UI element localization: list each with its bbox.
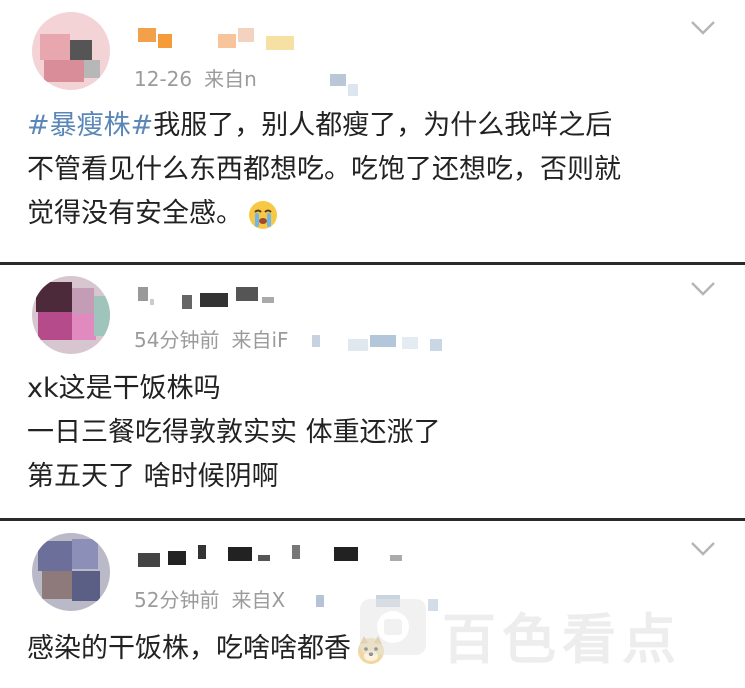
source-blurred <box>312 335 452 351</box>
chevron-down-icon[interactable] <box>688 18 718 38</box>
source-partial: X <box>271 588 286 612</box>
content-line-1: 我服了，别人都瘦了，为什么我咩之后 <box>153 110 613 141</box>
source-partial: n <box>244 67 257 91</box>
source-label: 来自 <box>231 588 272 612</box>
source-partial: iF <box>271 328 289 352</box>
post-content: xk这是干饭株吗 一日三餐吃得敦敦实实 体重还涨了 第五天了 啥时候阴啊 <box>27 367 441 499</box>
source-label: 来自 <box>231 328 272 352</box>
crying-face-icon <box>249 200 277 229</box>
content-line-1: xk这是干饭株吗 <box>27 373 221 404</box>
username-blurred[interactable] <box>138 287 288 309</box>
source-blurred <box>330 74 370 96</box>
content-line-3: 觉得没有安全感。 <box>27 198 243 229</box>
source-label: 来自 <box>204 67 245 91</box>
avatar[interactable] <box>32 276 110 354</box>
watermark-text: 百色看点 <box>442 608 682 671</box>
username-blurred[interactable] <box>138 545 408 567</box>
watermark-logo-icon <box>360 599 426 655</box>
post-content: #暴瘦株#我服了，别人都瘦了，为什么我咩之后 不管看见什么东西都想吃。吃饱了还想… <box>27 104 621 236</box>
timestamp: 54分钟前 <box>134 328 220 352</box>
content-line-1: 感染的干饭株，吃啥啥都香 <box>27 633 351 664</box>
content-line-3: 第五天了 啥时候阴啊 <box>27 461 279 492</box>
watermark: 百色看点 <box>350 585 730 671</box>
chevron-down-icon[interactable] <box>688 279 718 299</box>
content-line-2: 不管看见什么东西都想吃。吃饱了还想吃，否则就 <box>27 154 621 185</box>
post-meta: 54分钟前 来自iF <box>134 324 289 353</box>
chevron-down-icon[interactable] <box>688 539 718 559</box>
timestamp: 12-26 <box>134 67 193 91</box>
username-blurred[interactable] <box>138 28 298 50</box>
post-meta: 52分钟前 来自X <box>134 584 285 613</box>
avatar[interactable] <box>32 533 110 611</box>
post-card-1[interactable]: 12-26 来自n #暴瘦株#我服了，别人都瘦了，为什么我咩之后 不管看见什么东西… <box>0 0 745 262</box>
post-meta: 12-26 来自n <box>134 63 257 92</box>
post-content: 感染的干饭株，吃啥啥都香 <box>27 627 387 671</box>
content-line-2: 一日三餐吃得敦敦实实 体重还涨了 <box>27 417 441 448</box>
timestamp: 52分钟前 <box>134 588 220 612</box>
avatar[interactable] <box>32 12 110 90</box>
hashtag-link[interactable]: #暴瘦株# <box>27 110 153 141</box>
post-card-2[interactable]: 54分钟前 来自iF xk这是干饭株吗 一日三餐吃得敦敦实实 体重还涨了 第五天了… <box>0 265 745 518</box>
